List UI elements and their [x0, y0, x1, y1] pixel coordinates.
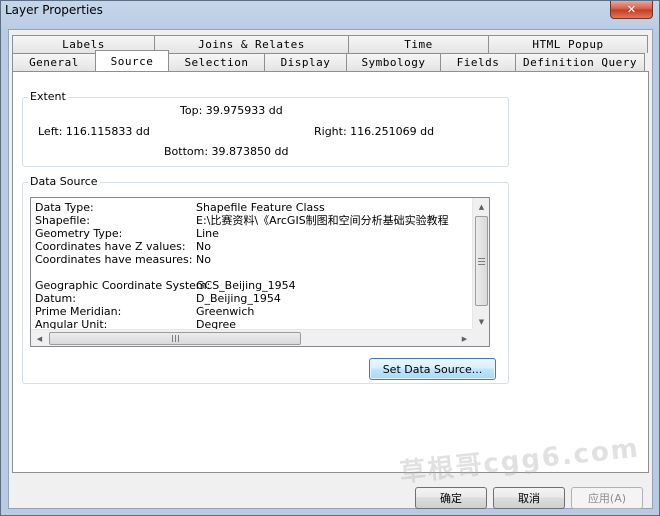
scroll-right-icon[interactable]: ▶	[456, 330, 473, 347]
list-item: Coordinates have Z values: No	[31, 240, 473, 253]
tab-joins-relates[interactable]: Joins & Relates	[154, 35, 349, 53]
vertical-scroll-thumb[interactable]	[475, 216, 488, 306]
dialog-client-area: Labels Joins & Relates Time HTML Popup G…	[8, 29, 653, 509]
vertical-scrollbar[interactable]: ▲ ▼	[472, 198, 489, 330]
extent-left: Left: 116.115833 dd	[38, 125, 150, 138]
close-icon: ✕	[626, 3, 637, 16]
extent-top: Top: 39.975933 dd	[180, 104, 283, 117]
tab-source[interactable]: Source	[95, 50, 169, 71]
list-item-spacer	[31, 266, 473, 279]
tab-display[interactable]: Display	[264, 53, 347, 71]
close-button[interactable]: ✕	[610, 1, 653, 19]
detail-value: D_Beijing_1954	[196, 292, 281, 305]
list-item: Prime Meridian: Greenwich	[31, 305, 473, 318]
cancel-button[interactable]: 取消	[493, 487, 565, 509]
list-item: Geometry Type: Line	[31, 227, 473, 240]
list-item: Data Type: Shapefile Feature Class	[31, 201, 473, 214]
detail-key: Shapefile:	[35, 214, 90, 227]
tab-definition-query[interactable]: Definition Query	[515, 53, 645, 71]
tab-selection[interactable]: Selection	[168, 53, 265, 71]
detail-value: Greenwich	[196, 305, 255, 318]
detail-key: Data Type:	[35, 201, 94, 214]
detail-value: Shapefile Feature Class	[196, 201, 325, 214]
horizontal-scroll-thumb[interactable]	[49, 332, 301, 345]
data-source-group: Data Source Data Type: Shapefile Feature …	[22, 175, 509, 384]
tab-html-popup[interactable]: HTML Popup	[488, 35, 648, 53]
scroll-corner	[472, 329, 489, 346]
data-source-details-list[interactable]: Data Type: Shapefile Feature Class Shapef…	[30, 197, 490, 347]
extent-group-title: Extent	[28, 90, 68, 103]
ok-button[interactable]: 确定	[415, 487, 487, 509]
tab-general[interactable]: General	[12, 53, 96, 71]
detail-value: No	[196, 240, 211, 253]
grip-icon	[171, 335, 179, 342]
list-item: Geographic Coordinate System: GCS_Beijing…	[31, 279, 473, 292]
detail-key: Geographic Coordinate System:	[35, 279, 211, 292]
detail-key: Prime Meridian:	[35, 305, 122, 318]
list-item: Shapefile: E:\比赛资料\《ArcGIS制图和空间分析基础实验教程	[31, 214, 473, 227]
detail-key: Geometry Type:	[35, 227, 123, 240]
layer-properties-window: Layer Properties ✕ Labels Joins & Relate…	[0, 0, 660, 516]
detail-value: GCS_Beijing_1954	[196, 279, 296, 292]
tab-time[interactable]: Time	[348, 35, 489, 53]
extent-right: Right: 116.251069 dd	[314, 125, 435, 138]
list-item: Coordinates have measures: No	[31, 253, 473, 266]
extent-group: Extent Top: 39.975933 dd Left: 116.11583…	[22, 90, 509, 167]
detail-value: Line	[196, 227, 219, 240]
window-title: Layer Properties	[5, 3, 103, 17]
scroll-up-icon[interactable]: ▲	[473, 198, 490, 215]
detail-key: Coordinates have Z values:	[35, 240, 186, 253]
horizontal-scrollbar[interactable]: ◀ ▶	[31, 329, 473, 346]
detail-key	[31, 266, 196, 279]
tab-row-front: General Source Selection Display Symbolo…	[12, 50, 645, 71]
detail-key: Datum:	[35, 292, 76, 305]
detail-value: No	[196, 253, 211, 266]
detail-key: Coordinates have measures:	[35, 253, 193, 266]
apply-button[interactable]: 应用(A)	[571, 487, 643, 509]
grip-icon	[478, 257, 485, 265]
tab-fields[interactable]: Fields	[440, 53, 516, 71]
data-source-group-title: Data Source	[28, 175, 100, 188]
data-source-details-content: Data Type: Shapefile Feature Class Shapef…	[31, 198, 473, 330]
detail-value	[196, 266, 473, 279]
source-tab-panel: Extent Top: 39.975933 dd Left: 116.11583…	[12, 71, 649, 473]
detail-value: E:\比赛资料\《ArcGIS制图和空间分析基础实验教程	[196, 214, 449, 227]
tab-symbology[interactable]: Symbology	[346, 53, 441, 71]
scroll-down-icon[interactable]: ▼	[473, 313, 490, 330]
title-bar[interactable]: Layer Properties ✕	[1, 1, 659, 23]
extent-bottom: Bottom: 39.873850 dd	[164, 145, 289, 158]
list-item: Datum: D_Beijing_1954	[31, 292, 473, 305]
set-data-source-button[interactable]: Set Data Source...	[369, 358, 496, 380]
scroll-left-icon[interactable]: ◀	[31, 330, 48, 347]
